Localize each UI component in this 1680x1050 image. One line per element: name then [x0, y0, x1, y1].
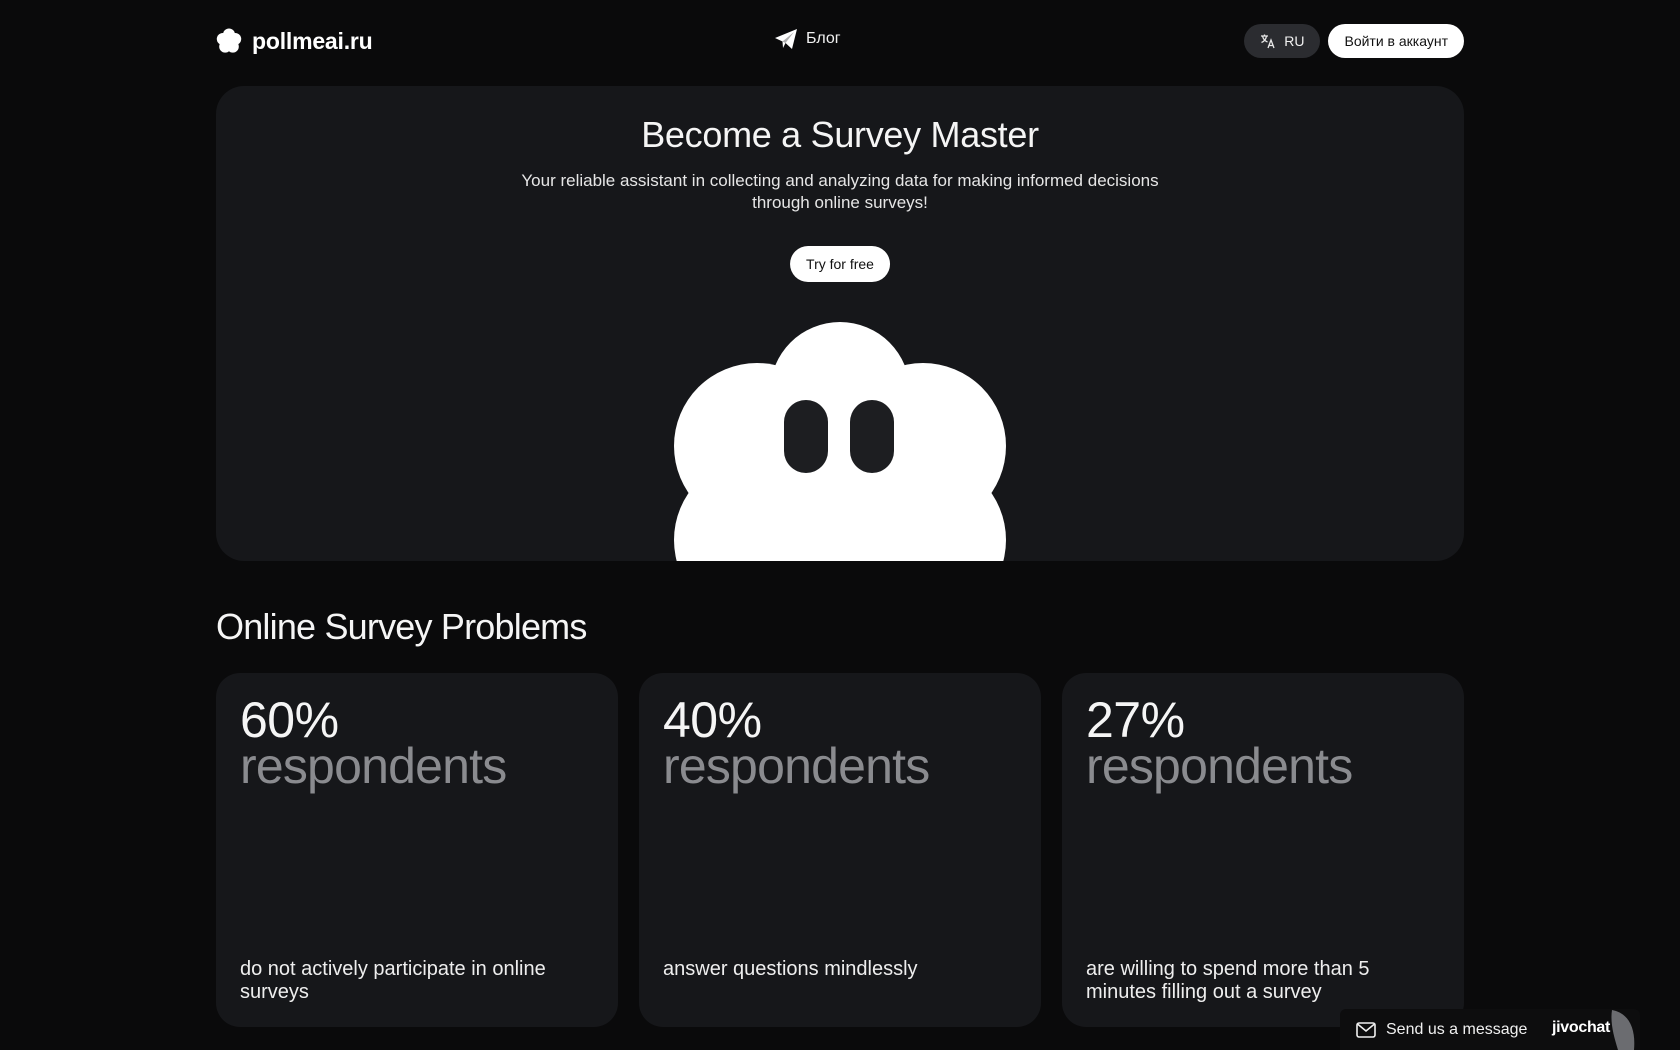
top-header: pollmeai.ru Блог RU Войти в аккаунт	[216, 20, 1464, 62]
cloud-mascot-illustration	[674, 322, 1006, 561]
problem-card: 27% respondents are willing to spend mor…	[1062, 673, 1464, 1027]
problem-unit: respondents	[663, 738, 930, 794]
jivochat-logo: jivochat	[1552, 1019, 1611, 1036]
login-button[interactable]: Войти в аккаунт	[1328, 24, 1464, 58]
problems-cards: 60% respondents do not actively particip…	[216, 673, 1464, 1027]
problem-description: answer questions mindlessly	[663, 958, 918, 980]
hero-title: Become a Survey Master	[641, 114, 1039, 155]
hero-subtitle: Your reliable assistant in collecting an…	[521, 171, 1159, 212]
chat-widget-button[interactable]: Send us a message jivochat	[1340, 1009, 1640, 1050]
blog-label: Блог	[806, 30, 841, 47]
problem-unit: respondents	[1086, 738, 1353, 794]
try-for-free-button[interactable]: Try for free	[790, 246, 890, 282]
jivochat-leaf-icon	[1611, 1010, 1635, 1050]
language-label: RU	[1284, 33, 1305, 49]
page: pollmeai.ru Блог RU Войти в аккаунт Beco…	[0, 0, 1680, 1050]
problems-title: Online Survey Problems	[216, 606, 587, 647]
problem-description: do not actively participate in online su…	[240, 958, 546, 1003]
problem-unit: respondents	[240, 738, 507, 794]
blog-link[interactable]: Блог	[774, 28, 841, 50]
brand-home-link[interactable]: pollmeai.ru	[216, 28, 373, 55]
problem-card: 40% respondents answer questions mindles…	[639, 673, 1041, 1027]
telegram-plane-icon	[775, 29, 797, 49]
translate-icon	[1261, 34, 1275, 49]
problem-card: 60% respondents do not actively particip…	[216, 673, 618, 1027]
mascot-left-eye	[784, 400, 828, 473]
header-actions: RU Войти в аккаунт	[1244, 24, 1464, 58]
chat-label: Send us a message	[1386, 1020, 1528, 1038]
mascot-right-eye	[850, 400, 894, 473]
problem-description: are willing to spend more than 5 minutes…	[1086, 958, 1370, 1003]
mail-icon	[1356, 1021, 1376, 1038]
brand-name: pollmeai.ru	[252, 27, 373, 54]
language-switcher[interactable]: RU	[1244, 24, 1321, 58]
flower-logo-icon	[216, 28, 242, 53]
hero-section: Become a Survey Master Your reliable ass…	[216, 86, 1464, 561]
